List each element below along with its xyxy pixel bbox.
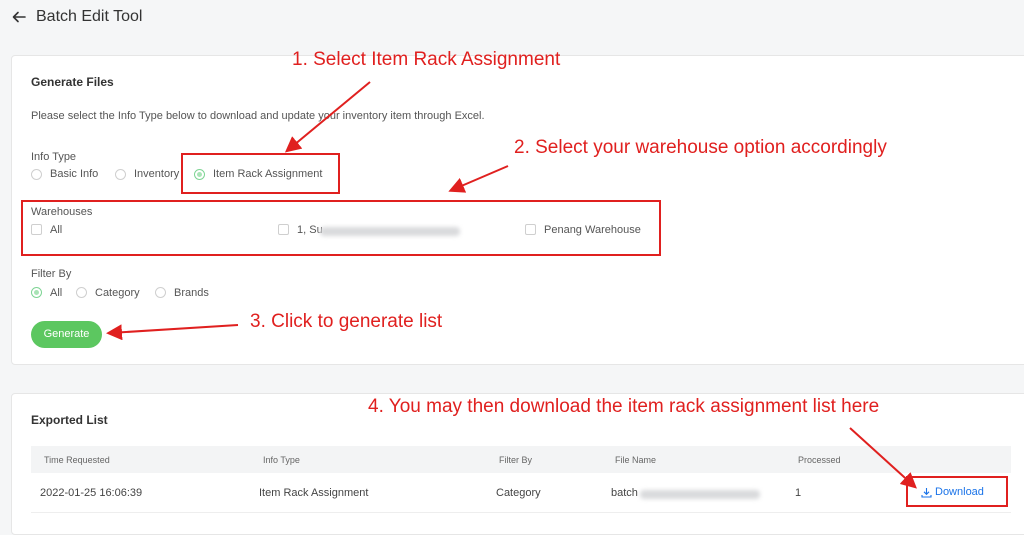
arrow-step-4 (849, 427, 917, 489)
arrow-step-1 (284, 81, 371, 153)
annotation-arrows (106, 81, 917, 489)
arrow-step-3 (106, 324, 239, 341)
arrow-step-2 (448, 165, 509, 193)
